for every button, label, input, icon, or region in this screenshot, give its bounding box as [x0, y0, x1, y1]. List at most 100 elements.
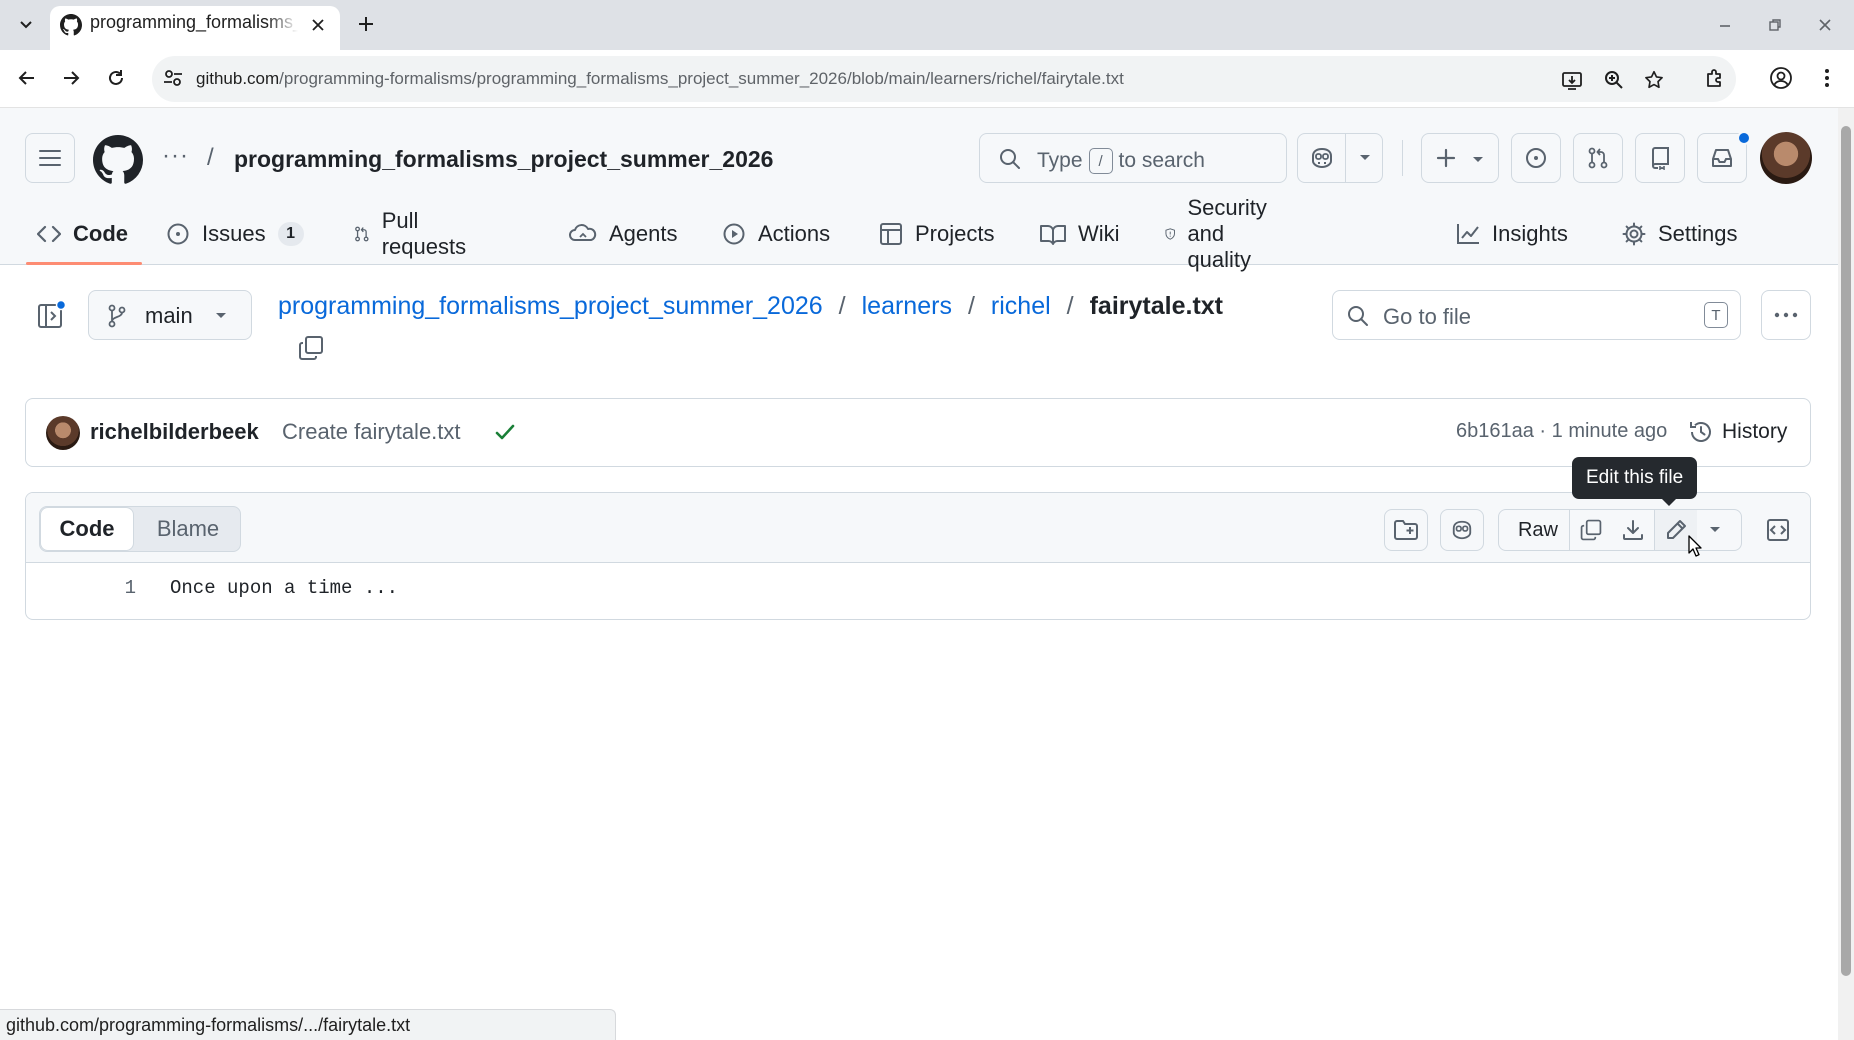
tab-agents-label: Agents	[609, 221, 678, 246]
breadcrumb-learners-link[interactable]: learners	[862, 292, 952, 321]
issues-shortcut-button[interactable]	[1511, 133, 1561, 183]
breadcrumb-separator: /	[838, 292, 846, 320]
back-button[interactable]	[10, 61, 44, 95]
browser-tab-strip: programming_formalisms_project_summer_20…	[0, 0, 1854, 50]
commit-message-link[interactable]: Create fairytale.txt	[282, 419, 461, 445]
tab-agents[interactable]: Agents	[569, 204, 678, 264]
line-number[interactable]: 1	[96, 577, 136, 599]
history-button[interactable]: History	[1688, 415, 1787, 449]
install-app-button[interactable]	[1560, 68, 1584, 92]
git-pull-request-icon	[355, 226, 369, 242]
history-label: History	[1722, 420, 1788, 443]
zoom-icon	[1605, 71, 1623, 89]
kebab-horizontal-icon	[1774, 312, 1798, 318]
commit-author-link[interactable]: richelbilderbeek	[90, 419, 259, 445]
repo-name-link[interactable]: programming_formalisms_project_summer_20…	[234, 146, 773, 173]
table-icon	[880, 223, 902, 245]
hamburger-menu-icon	[39, 150, 61, 166]
file-breadcrumb: programming_formalisms_project_summer_20…	[278, 292, 1223, 321]
mouse-cursor-icon	[1688, 535, 1702, 557]
blame-view-button[interactable]: Blame	[136, 507, 240, 551]
tab-code[interactable]: Code	[37, 204, 128, 264]
tab-actions[interactable]: Actions	[722, 204, 830, 264]
close-window-button[interactable]	[1810, 10, 1840, 40]
forward-button[interactable]	[54, 61, 88, 95]
symbols-panel-button[interactable]	[1756, 509, 1800, 551]
file-viewer-header: Code Blame Raw	[26, 493, 1810, 563]
open-global-nav-button[interactable]	[25, 133, 75, 183]
copy-path-button[interactable]	[297, 334, 327, 364]
issues-counter: 1	[277, 222, 304, 246]
zoom-button[interactable]	[1602, 68, 1626, 92]
notification-indicator	[1737, 131, 1751, 145]
breadcrumb-repo-link[interactable]: programming_formalisms_project_summer_20…	[278, 292, 823, 321]
tab-projects-label: Projects	[915, 221, 995, 246]
new-tab-button[interactable]	[352, 10, 380, 38]
download-raw-button[interactable]	[1612, 510, 1654, 550]
copilot-dropdown-button[interactable]	[1347, 134, 1383, 182]
tab-close-button[interactable]	[306, 13, 330, 37]
view-mode-toggle: Code Blame	[39, 506, 241, 552]
issue-opened-icon	[167, 223, 189, 245]
code-view-button[interactable]: Code	[40, 507, 134, 551]
restore-button[interactable]	[1760, 10, 1790, 40]
kebab-menu-icon	[1825, 69, 1829, 87]
tab-pull-requests-label: Pull requests	[381, 208, 467, 259]
minimize-button[interactable]	[1710, 10, 1740, 40]
check-icon[interactable]	[494, 421, 516, 443]
tab-security[interactable]: Security and quality	[1165, 195, 1278, 272]
user-avatar[interactable]	[1760, 132, 1812, 184]
github-header: ··· / programming_formalisms_project_sum…	[0, 108, 1838, 272]
arrow-right-icon	[64, 71, 80, 85]
go-to-file-input[interactable]: Go to file T	[1332, 290, 1741, 340]
play-icon	[723, 223, 745, 245]
raw-button[interactable]: Raw	[1507, 510, 1569, 550]
minimize-icon	[1720, 25, 1730, 27]
address-bar[interactable]: github.com/programming-formalisms/progra…	[152, 56, 1736, 102]
commit-author-avatar[interactable]	[46, 416, 80, 450]
copilot-button[interactable]	[1298, 134, 1346, 182]
global-search-input[interactable]: Type / to search	[979, 133, 1287, 183]
edit-options-dropdown[interactable]	[1697, 510, 1733, 550]
browser-menu-button[interactable]	[1810, 61, 1844, 95]
github-logo[interactable]	[93, 135, 143, 185]
tab-wiki-label: Wiki	[1078, 221, 1120, 246]
extensions-button[interactable]	[1698, 61, 1732, 95]
repositories-shortcut-button[interactable]	[1635, 133, 1685, 183]
tab-insights-label: Insights	[1492, 221, 1568, 246]
url-path: /programming-formalisms/programming_form…	[279, 69, 1124, 88]
pencil-icon	[1667, 520, 1686, 539]
more-options-button[interactable]	[1761, 290, 1811, 340]
plus-icon	[359, 17, 373, 31]
pull-requests-shortcut-button[interactable]	[1573, 133, 1623, 183]
tab-security-label: Security and quality	[1187, 195, 1267, 272]
branch-selector-button[interactable]: main	[88, 290, 252, 340]
tab-issues[interactable]: Issues 1	[166, 204, 304, 264]
breadcrumb-overflow-button[interactable]: ···	[162, 142, 189, 170]
breadcrumb-richel-link[interactable]: richel	[991, 292, 1051, 321]
scrollbar-thumb[interactable]	[1841, 126, 1851, 976]
tab-search-button[interactable]	[12, 10, 40, 38]
profile-button[interactable]	[1764, 61, 1798, 95]
tab-settings[interactable]: Settings	[1622, 204, 1738, 264]
breadcrumb-file-name: fairytale.txt	[1089, 292, 1223, 320]
tab-wiki[interactable]: Wiki	[1040, 204, 1120, 264]
create-new-button[interactable]	[1421, 133, 1499, 183]
commit-hash-and-time[interactable]: 6b161aa · 1 minute ago	[1456, 420, 1667, 443]
tab-pull-requests[interactable]: Pull requests	[354, 204, 472, 264]
graph-icon	[1457, 224, 1479, 244]
copilot-context-button[interactable]	[1384, 509, 1428, 551]
tab-projects[interactable]: Projects	[879, 204, 994, 264]
copilot-icon	[1311, 147, 1332, 169]
tab-insights[interactable]: Insights	[1456, 204, 1568, 264]
page-scrollbar[interactable]	[1838, 108, 1854, 1040]
ask-copilot-button[interactable]	[1440, 509, 1484, 551]
bookmark-button[interactable]	[1642, 68, 1666, 92]
triangle-down-icon	[216, 313, 226, 318]
header-separator: /	[207, 144, 214, 171]
expand-file-tree-button[interactable]	[36, 300, 66, 330]
reload-button[interactable]	[99, 61, 133, 95]
raw-button-group: Raw	[1498, 509, 1742, 551]
branch-name: main	[145, 303, 193, 328]
copy-raw-button[interactable]	[1570, 510, 1612, 550]
